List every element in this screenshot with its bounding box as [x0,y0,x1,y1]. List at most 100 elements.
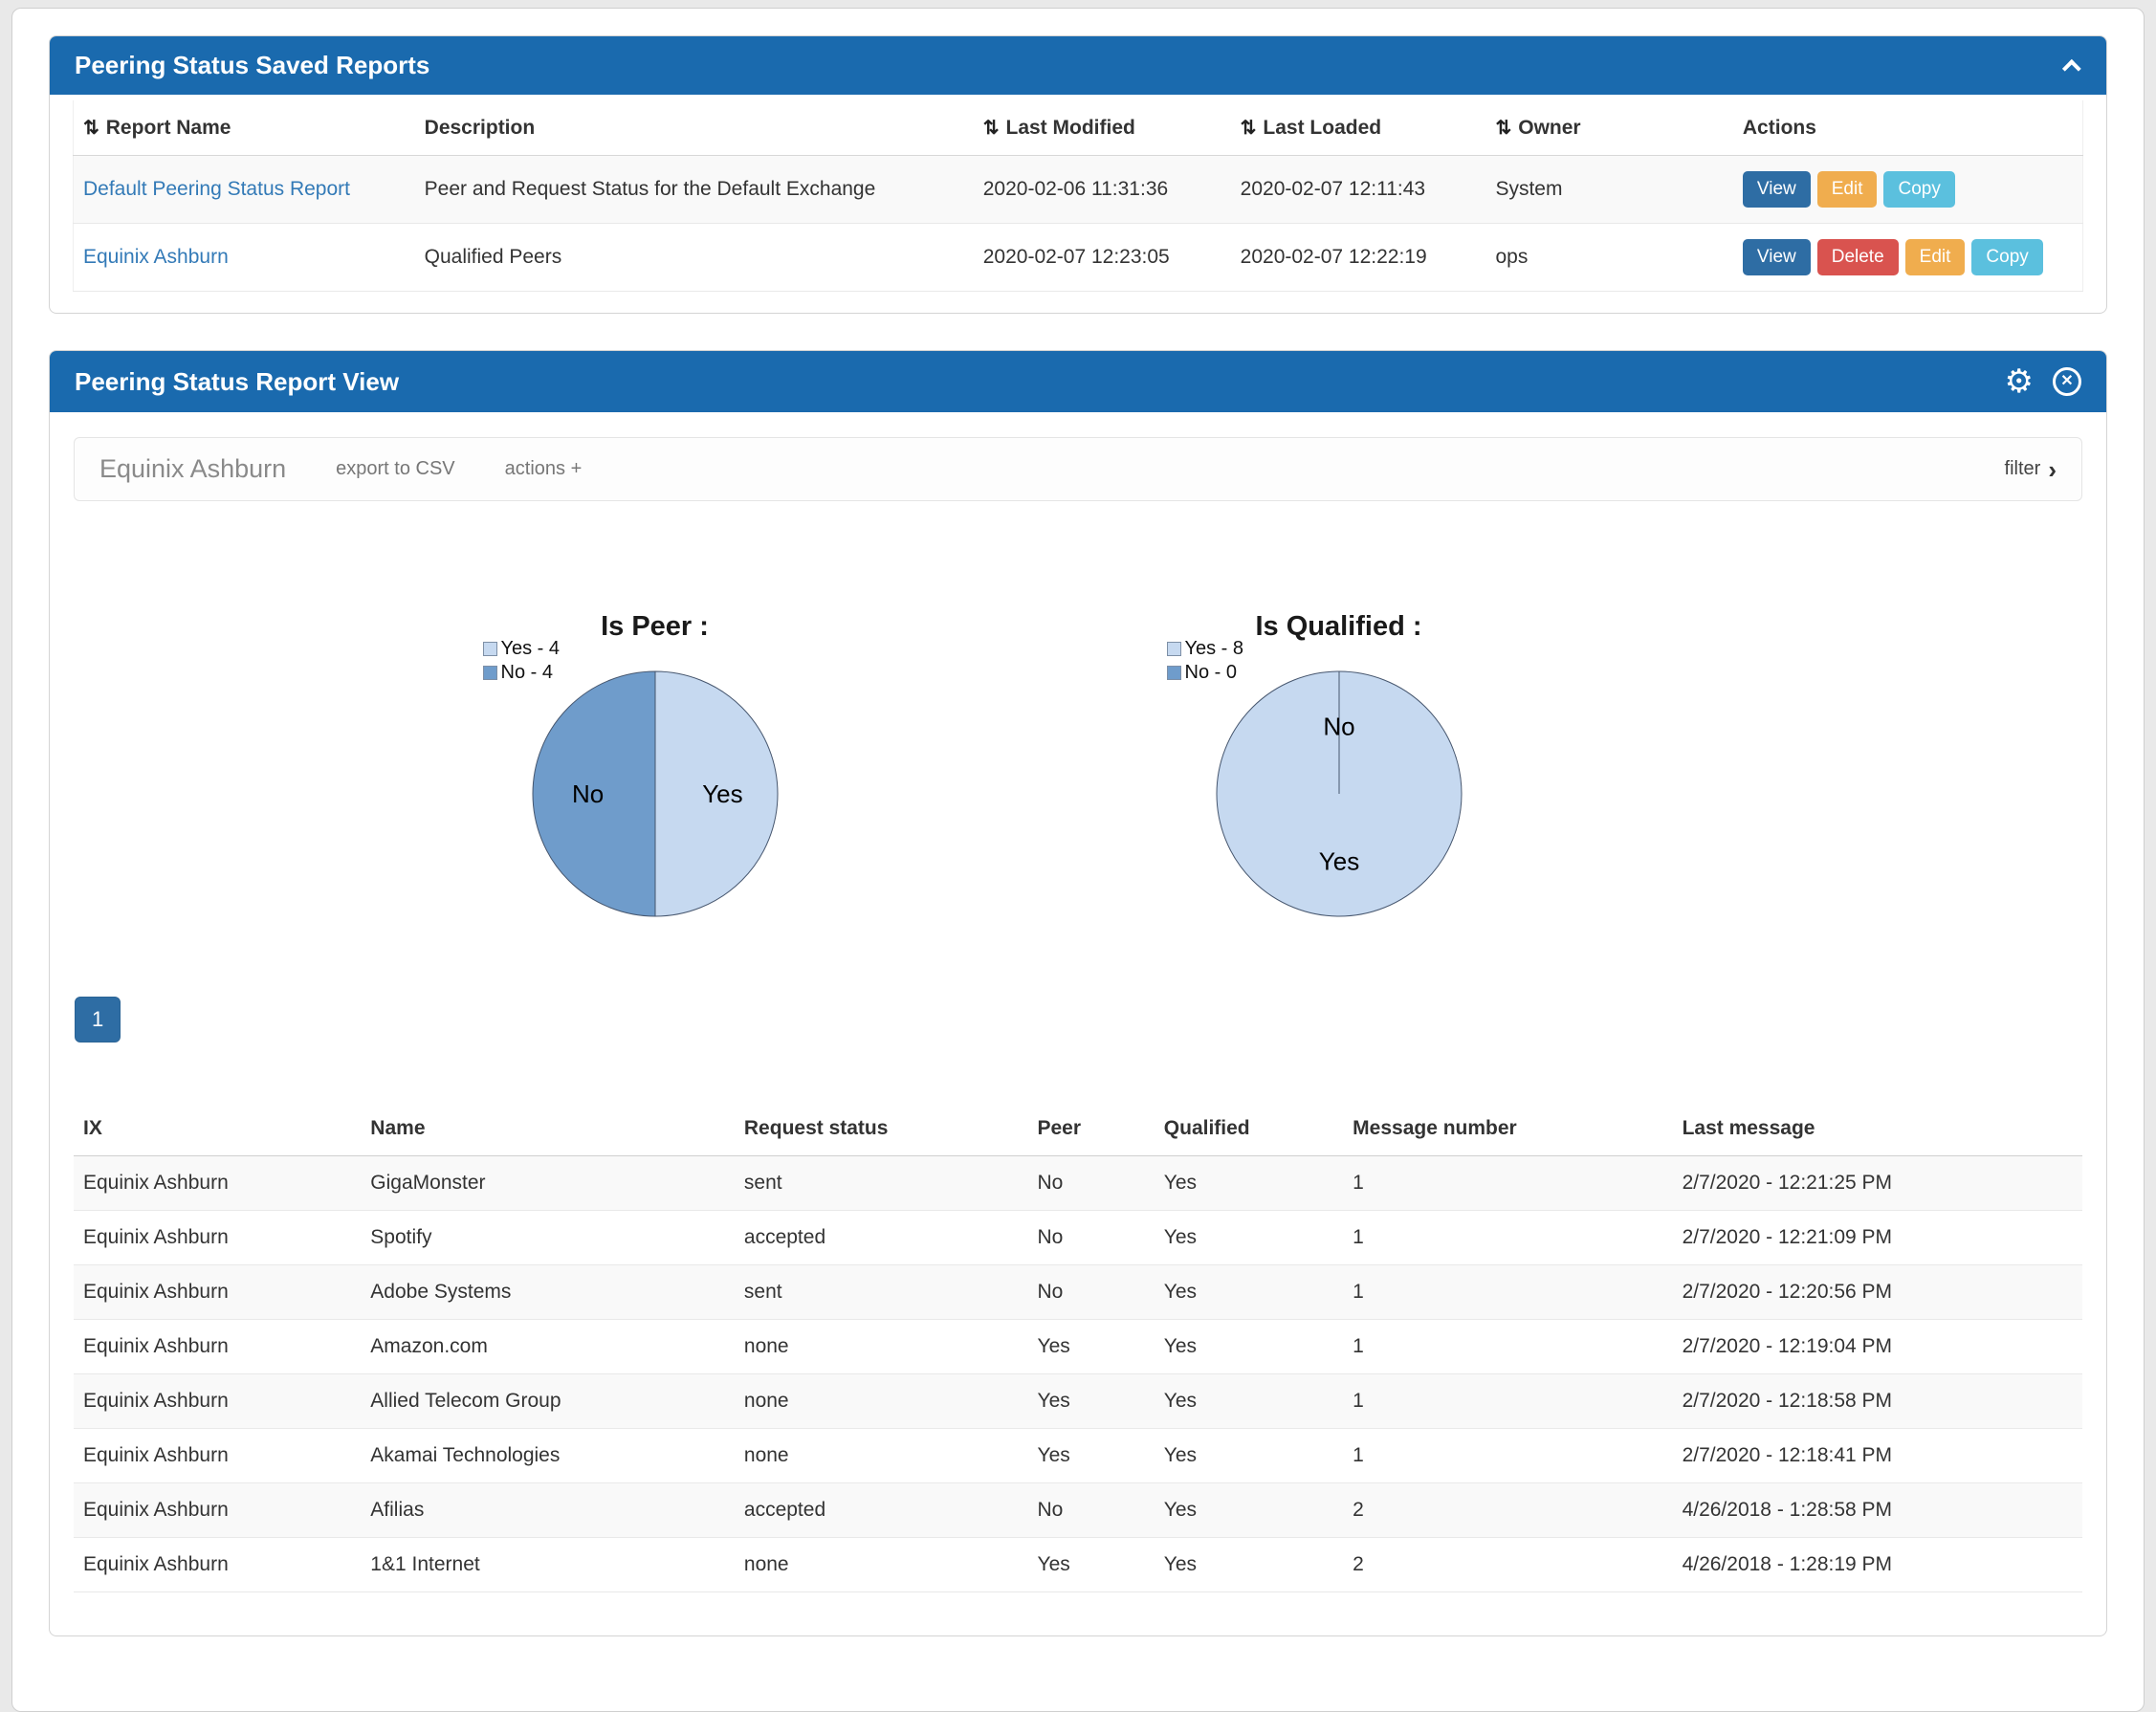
column-header-owner[interactable]: ⇅Owner [1485,100,1732,156]
cell-actions: ViewEditCopy [1733,156,2083,224]
chart-title: Is Qualified : [1255,611,1421,643]
delete-button[interactable]: Delete [1817,239,1899,275]
report-view-panel-title: Peering Status Report View [75,367,399,397]
column-header-last-message: Last message [1673,1102,2082,1156]
result-cell: Yes [1155,1156,1343,1211]
copy-button[interactable]: Copy [1883,171,1954,208]
result-cell: Akamai Technologies [361,1429,735,1483]
result-cell: 4/26/2018 - 1:28:19 PM [1673,1538,2082,1592]
legend-label: No - 4 [501,662,553,684]
report-name-link[interactable]: Equinix Ashburn [83,246,229,268]
column-header-last-loaded[interactable]: ⇅Last Loaded [1231,100,1486,156]
cell-loaded: 2020-02-07 12:11:43 [1231,156,1486,224]
filter-link[interactable]: filter › [2005,457,2057,482]
charts-row: Is Peer : Yes - 4No - 4 YesNo Is Qualifi… [313,611,1681,920]
cell-actions: ViewDeleteEditCopy [1733,224,2083,292]
copy-button[interactable]: Copy [1971,239,2042,275]
column-header-last-modified[interactable]: ⇅Last Modified [974,100,1231,156]
sort-icon: ⇅ [1495,118,1511,139]
result-cell: 1 [1343,1211,1672,1265]
saved-reports-table: ⇅Report NameDescription⇅Last Modified⇅La… [73,100,2083,292]
report-name-title: Equinix Ashburn [99,454,286,484]
result-cell: Equinix Ashburn [74,1538,361,1592]
pie-wrap: Yes - 8No - 0 YesNo [1213,668,1465,920]
result-cell: Yes [1027,1374,1154,1429]
pie-wrap: Yes - 4No - 4 YesNo [529,668,781,920]
report-name-link[interactable]: Default Peering Status Report [83,178,350,200]
collapse-chevron-up-icon[interactable] [2062,58,2081,77]
result-cell: Yes [1155,1483,1343,1538]
result-cell: Yes [1027,1429,1154,1483]
result-cell: 2/7/2020 - 12:21:09 PM [1673,1211,2082,1265]
close-icon[interactable]: ✕ [2053,367,2081,396]
pie-legend: Yes - 4No - 4 [483,637,561,685]
result-cell: Equinix Ashburn [74,1265,361,1320]
result-cell: Yes [1155,1429,1343,1483]
pie-svg: YesNo [529,668,781,920]
column-header-actions: Actions [1733,100,2083,156]
legend-label: Yes - 4 [501,638,561,660]
column-header-message-number: Message number [1343,1102,1672,1156]
result-cell: Afilias [361,1483,735,1538]
result-cell: accepted [735,1483,1028,1538]
result-cell: Yes [1155,1320,1343,1374]
result-cell: Spotify [361,1211,735,1265]
legend-swatch [483,642,497,656]
settings-gear-icon[interactable]: ⚙ [2005,365,2034,398]
legend-label: Yes - 8 [1185,638,1244,660]
chart-title: Is Peer : [601,611,709,643]
view-button[interactable]: View [1743,171,1811,208]
result-cell: 2 [1343,1483,1672,1538]
column-header-report-name[interactable]: ⇅Report Name [74,100,415,156]
result-cell: Equinix Ashburn [74,1320,361,1374]
cell-owner: ops [1485,224,1732,292]
saved-reports-body-area: ⇅Report NameDescription⇅Last Modified⇅La… [50,95,2106,313]
saved-reports-panel-title: Peering Status Saved Reports [75,51,429,80]
result-cell: 1 [1343,1429,1672,1483]
column-header-ix: IX [74,1102,361,1156]
legend-swatch [483,666,497,680]
result-cell: 4/26/2018 - 1:28:58 PM [1673,1483,2082,1538]
results-rows: Equinix AshburnGigaMonstersentNoYes12/7/… [74,1156,2082,1592]
sort-icon: ⇅ [983,118,1000,139]
result-cell: 2/7/2020 - 12:21:25 PM [1673,1156,2082,1211]
filter-label: filter [2005,458,2041,480]
chevron-right-icon: › [2048,457,2057,482]
page-container: Peering Status Saved Reports ⇅Report Nam… [11,8,2145,1712]
result-row: Equinix AshburnAdobe SystemssentNoYes12/… [74,1265,2082,1320]
report-view-panel: Peering Status Report View ⚙ ✕ Equinix A… [49,350,2107,1636]
result-cell: Equinix Ashburn [74,1156,361,1211]
result-cell: Yes [1027,1538,1154,1592]
legend-label: No - 0 [1185,662,1237,684]
export-csv-link[interactable]: export to CSV [336,458,455,480]
saved-report-row: Equinix AshburnQualified Peers2020-02-07… [74,224,2083,292]
actions-link[interactable]: actions + [505,458,583,480]
pie-slice-label: No [571,779,603,808]
result-row: Equinix AshburnAllied Telecom GroupnoneY… [74,1374,2082,1429]
saved-reports-panel-header: Peering Status Saved Reports [50,36,2106,95]
saved-reports-panel: Peering Status Saved Reports ⇅Report Nam… [49,35,2107,314]
result-cell: 1&1 Internet [361,1538,735,1592]
pie-slice-label: No [1323,713,1354,741]
edit-button[interactable]: Edit [1817,171,1878,208]
pie-slice-label: Yes [1318,846,1358,875]
result-cell: 2/7/2020 - 12:20:56 PM [1673,1265,2082,1320]
column-header-qualified: Qualified [1155,1102,1343,1156]
close-x-glyph: ✕ [2060,374,2073,389]
result-cell: accepted [735,1211,1028,1265]
view-button[interactable]: View [1743,239,1811,275]
pagination: 1 [75,997,2082,1043]
cell-report-name: Default Peering Status Report [74,156,415,224]
result-cell: 2 [1343,1538,1672,1592]
result-cell: 1 [1343,1320,1672,1374]
result-cell: Equinix Ashburn [74,1211,361,1265]
result-cell: Amazon.com [361,1320,735,1374]
edit-button[interactable]: Edit [1905,239,1966,275]
results-header-row: IXNameRequest statusPeerQualifiedMessage… [74,1102,2082,1156]
saved-report-row: Default Peering Status ReportPeer and Re… [74,156,2083,224]
result-cell: 1 [1343,1265,1672,1320]
legend-item: No - 4 [483,661,561,685]
page-button[interactable]: 1 [75,997,121,1043]
result-row: Equinix AshburnSpotifyacceptedNoYes12/7/… [74,1211,2082,1265]
saved-reports-rows: Default Peering Status ReportPeer and Re… [74,156,2083,292]
